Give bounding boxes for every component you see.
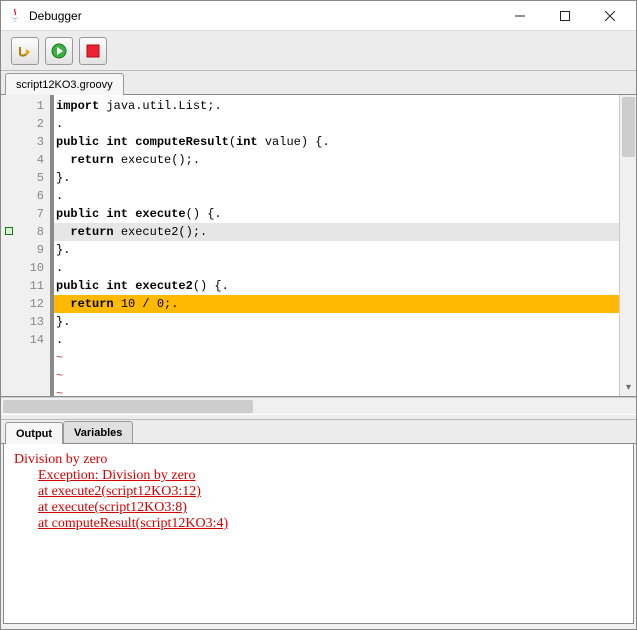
code-line[interactable]: . xyxy=(54,259,619,277)
code-line[interactable]: . xyxy=(54,115,619,133)
file-tab[interactable]: script12KO3.groovy xyxy=(5,73,124,95)
empty-line: ~ xyxy=(54,367,619,385)
code-line[interactable]: }. xyxy=(54,313,619,331)
line-number[interactable]: 1 xyxy=(1,97,50,115)
empty-line: ~ xyxy=(54,349,619,367)
line-number[interactable]: 4 xyxy=(1,151,50,169)
tab-output[interactable]: Output xyxy=(5,422,63,444)
stop-button[interactable] xyxy=(79,37,107,65)
code-line[interactable]: import java.util.List;. xyxy=(54,97,619,115)
line-number[interactable]: 2 xyxy=(1,115,50,133)
line-number[interactable]: 8 xyxy=(1,223,50,241)
code-line[interactable]: return execute2();. xyxy=(54,223,619,241)
close-button[interactable] xyxy=(587,2,632,30)
line-number[interactable]: 14 xyxy=(1,331,50,349)
code-line[interactable]: }. xyxy=(54,169,619,187)
code-line[interactable]: . xyxy=(54,331,619,349)
line-number[interactable]: 6 xyxy=(1,187,50,205)
code-line[interactable]: public int execute() {. xyxy=(54,205,619,223)
tab-variables-label: Variables xyxy=(74,427,122,439)
line-number[interactable]: 9 xyxy=(1,241,50,259)
minimize-button[interactable] xyxy=(497,2,542,30)
file-tab-label: script12KO3.groovy xyxy=(16,79,113,91)
run-button[interactable] xyxy=(45,37,73,65)
line-number[interactable]: 5 xyxy=(1,169,50,187)
output-trace-line[interactable]: at execute(script12KO3:8) xyxy=(38,500,623,516)
java-app-icon xyxy=(7,8,23,24)
maximize-button[interactable] xyxy=(542,2,587,30)
output-trace-line[interactable]: at computeResult(script12KO3:4) xyxy=(38,516,623,532)
line-number[interactable]: 12 xyxy=(1,295,50,313)
line-gutter[interactable]: 1234567891011121314 xyxy=(1,95,51,396)
tab-variables[interactable]: Variables xyxy=(63,421,133,443)
horizontal-scrollbar[interactable] xyxy=(1,397,636,414)
breakpoint-marker[interactable] xyxy=(5,227,13,235)
code-line[interactable]: public int execute2() {. xyxy=(54,277,619,295)
line-number[interactable]: 3 xyxy=(1,133,50,151)
line-number[interactable]: 10 xyxy=(1,259,50,277)
toolbar xyxy=(1,31,636,71)
title-bar: Debugger xyxy=(1,1,636,31)
vertical-scrollbar[interactable]: ▾ xyxy=(619,95,636,396)
window-title: Debugger xyxy=(29,9,497,23)
scroll-down-arrow[interactable]: ▾ xyxy=(620,379,637,396)
code-editor[interactable]: import java.util.List;..public int compu… xyxy=(51,95,619,396)
output-exception[interactable]: Exception: Division by zero xyxy=(38,468,623,484)
step-button[interactable] xyxy=(11,37,39,65)
tab-output-label: Output xyxy=(16,428,52,440)
bottom-tab-bar: Output Variables xyxy=(1,420,636,444)
line-number[interactable]: 7 xyxy=(1,205,50,223)
code-line[interactable]: public int computeResult(int value) {. xyxy=(54,133,619,151)
code-line[interactable]: }. xyxy=(54,241,619,259)
code-line[interactable]: return 10 / 0;. xyxy=(54,295,619,313)
line-number[interactable]: 11 xyxy=(1,277,50,295)
output-trace-line[interactable]: at execute2(script12KO3:12) xyxy=(38,484,623,500)
empty-line: ~ xyxy=(54,385,619,396)
code-line[interactable]: . xyxy=(54,187,619,205)
line-number[interactable]: 13 xyxy=(1,313,50,331)
output-panel: Division by zero Exception: Division by … xyxy=(3,444,634,624)
code-line[interactable]: return execute();. xyxy=(54,151,619,169)
scrollbar-thumb[interactable] xyxy=(622,97,635,157)
editor-area: 1234567891011121314 import java.util.Lis… xyxy=(1,95,636,397)
scrollbar-thumb[interactable] xyxy=(3,400,253,413)
editor-tab-bar: script12KO3.groovy xyxy=(1,71,636,95)
output-error-heading: Division by zero xyxy=(14,452,623,468)
